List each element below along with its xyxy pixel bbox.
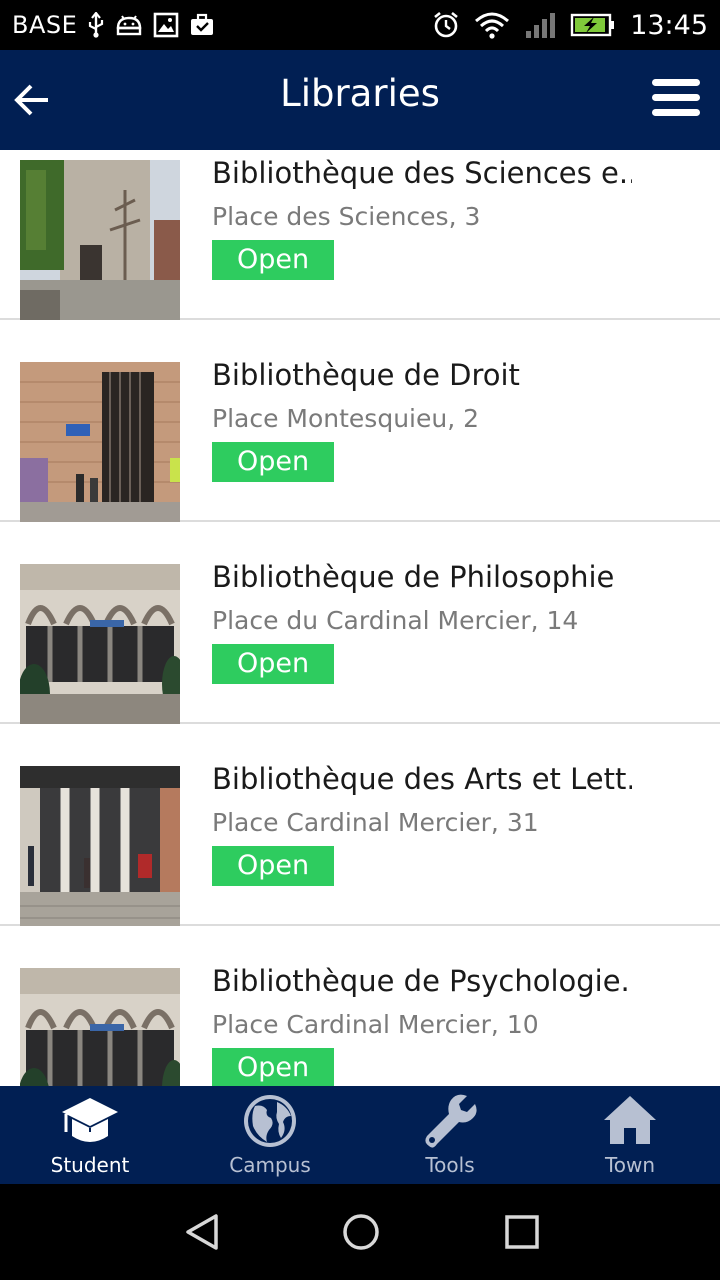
- android-debug-icon: [117, 15, 142, 36]
- nav-item-student[interactable]: Student: [0, 1086, 180, 1184]
- signal-icon: [526, 13, 556, 38]
- home-icon: [604, 1096, 656, 1144]
- status-right: 13:45: [432, 0, 708, 50]
- nav-label: Campus: [229, 1153, 311, 1177]
- alarm-icon: [434, 11, 458, 38]
- globe-icon: [244, 1095, 296, 1147]
- status-badge: Open: [212, 644, 334, 684]
- library-name: Bibliothèque de Philosophie: [212, 560, 615, 594]
- image-icon: [153, 12, 179, 38]
- menu-bar: [652, 94, 700, 101]
- library-photo: [20, 160, 180, 320]
- library-photo: [20, 766, 180, 926]
- home-circle-icon[interactable]: [341, 1212, 381, 1252]
- nav-label: Tools: [425, 1153, 475, 1177]
- app-bar: Libraries: [0, 50, 720, 150]
- library-photo: [20, 564, 180, 724]
- library-list-content: Bibliothèque des Sciences e.. Place des …: [0, 150, 720, 1086]
- status-bar: BASE 13:45: [0, 0, 720, 50]
- list-item[interactable]: Bibliothèque des Sciences e.. Place des …: [0, 150, 720, 320]
- usb-icon: [89, 12, 104, 38]
- nav-item-campus[interactable]: Campus: [180, 1086, 360, 1184]
- status-badge: Open: [212, 846, 334, 886]
- recents-square-icon[interactable]: [502, 1212, 542, 1252]
- library-address: Place des Sciences, 3: [212, 202, 481, 231]
- back-triangle-icon[interactable]: [182, 1212, 222, 1252]
- carrier-name: BASE: [12, 11, 78, 39]
- hamburger-menu-icon[interactable]: [652, 79, 700, 121]
- status-badge: Open: [212, 1048, 334, 1086]
- list-item[interactable]: Bibliothèque de Psychologie.. Place Card…: [0, 926, 720, 1086]
- nav-item-town[interactable]: Town: [540, 1086, 720, 1184]
- library-address: Place du Cardinal Mercier, 14: [212, 606, 579, 635]
- briefcase-icon: [191, 13, 214, 35]
- library-name: Bibliothèque de Psychologie..: [212, 964, 632, 998]
- library-photo: [20, 968, 180, 1086]
- status-badge: Open: [212, 442, 334, 482]
- clock: 13:45: [630, 9, 708, 41]
- library-name: Bibliothèque des Sciences e..: [212, 156, 632, 190]
- nav-label: Town: [604, 1153, 656, 1177]
- library-list[interactable]: Bibliothèque des Sciences e.. Place des …: [0, 150, 720, 1086]
- nav-label: Student: [50, 1153, 130, 1177]
- menu-bar: [652, 109, 700, 116]
- library-name: Bibliothèque de Droit: [212, 358, 520, 392]
- system-nav-bar: [0, 1184, 720, 1280]
- library-address: Place Cardinal Mercier, 10: [212, 1010, 539, 1039]
- library-address: Place Montesquieu, 2: [212, 404, 480, 433]
- status-left: BASE: [12, 0, 215, 50]
- bottom-nav: Student Campus Tools Town: [0, 1086, 720, 1184]
- battery-charging-icon: [570, 13, 615, 37]
- wrench-icon: [425, 1094, 477, 1148]
- library-address: Place Cardinal Mercier, 31: [212, 808, 539, 837]
- list-item[interactable]: Bibliothèque de Philosophie Place du Car…: [0, 522, 720, 724]
- menu-bar: [652, 79, 700, 86]
- list-item[interactable]: Bibliothèque de Droit Place Montesquieu,…: [0, 320, 720, 522]
- library-photo: [20, 362, 180, 522]
- page-title: Libraries: [280, 72, 440, 115]
- status-badge: Open: [212, 240, 334, 280]
- list-item[interactable]: Bibliothèque des Arts et Lett. Place Car…: [0, 724, 720, 926]
- wifi-icon: [475, 12, 510, 39]
- library-name: Bibliothèque des Arts et Lett.: [212, 762, 632, 796]
- nav-item-tools[interactable]: Tools: [360, 1086, 540, 1184]
- graduation-cap-icon: [62, 1098, 118, 1142]
